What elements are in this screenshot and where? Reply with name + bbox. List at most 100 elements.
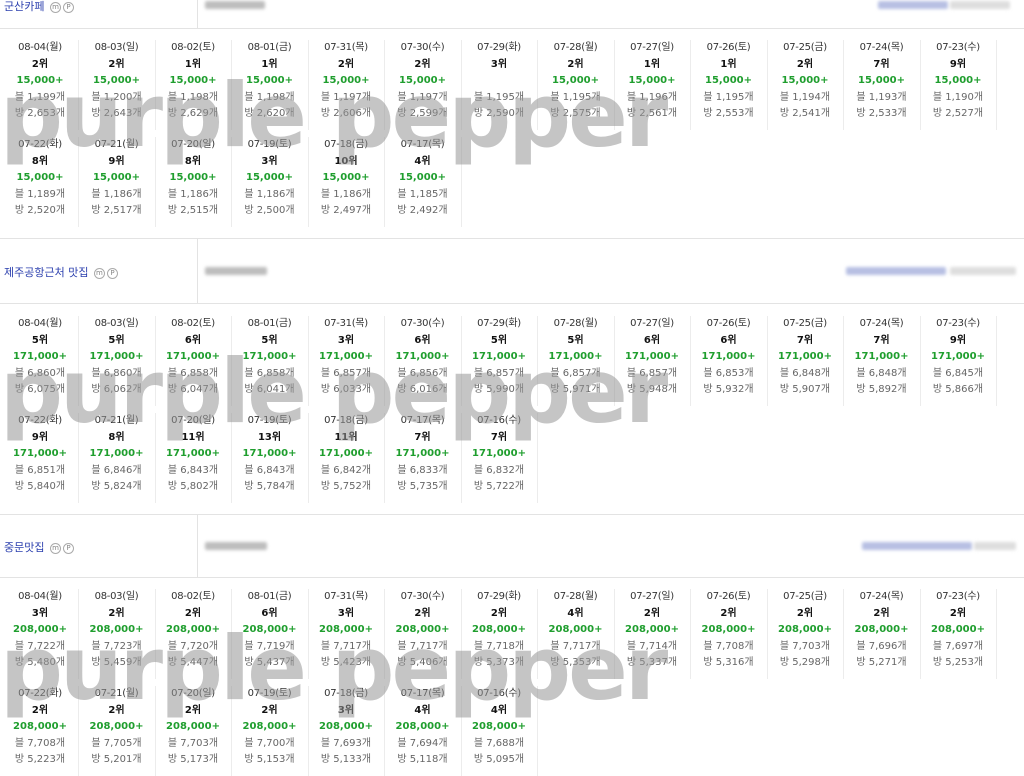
keyword-link[interactable]: 제주공항근처 맛집 mP xyxy=(4,264,118,280)
rank-value: 8위 xyxy=(108,431,125,443)
rank-value: 3위 xyxy=(337,334,355,346)
place-count: 방 6,047개 xyxy=(167,384,219,395)
date-label: 07-28(월) xyxy=(553,42,598,53)
search-volume: 208,000+ xyxy=(701,624,756,635)
search-volume: 171,000+ xyxy=(166,448,220,459)
blog-count: 블 6,846개 xyxy=(91,464,142,476)
blog-count: 블 7,705개 xyxy=(91,737,142,749)
blog-count: 블 7,722개 xyxy=(14,640,66,652)
blurred-meta xyxy=(950,1,1010,9)
search-volume: 171,000+ xyxy=(89,448,144,459)
rank-cell: 08-03(일) 2위 15,000+ 블 1,200개 방 2,643개 xyxy=(79,40,156,130)
date-label: 07-23(수) xyxy=(936,591,980,602)
search-volume: 208,000+ xyxy=(625,624,679,635)
search-volume: 15,000+ xyxy=(858,75,905,86)
rank-cell: 07-30(수) 2위 208,000+ 블 7,717개 방 5,406개 xyxy=(385,589,462,679)
keyword-label: 중문맛집 xyxy=(4,541,45,554)
search-volume: 15,000+ xyxy=(552,75,599,86)
rank-cell: 08-03(일) 5위 171,000+ 블 6,860개 방 6,062개 xyxy=(79,316,156,406)
date-label: 08-01(금) xyxy=(247,318,292,329)
blog-count: 블 1,197개 xyxy=(320,91,372,103)
mobile-icon: m xyxy=(93,268,105,279)
rank-value: 2위 xyxy=(796,607,814,619)
rank-value: 3위 xyxy=(337,704,355,716)
rank-value: 13위 xyxy=(257,431,282,443)
date-label: 08-04(월) xyxy=(18,318,62,329)
blog-count: 블 1,198개 xyxy=(167,91,219,103)
blog-count: 블 7,723개 xyxy=(91,640,142,652)
rank-cell: 07-18(금) 11위 171,000+ 블 6,842개 방 5,752개 xyxy=(308,413,385,503)
rank-cell: 07-17(목) 4위 15,000+ 블 1,185개 방 2,492개 xyxy=(385,137,462,227)
blog-count: 블 7,700개 xyxy=(244,737,295,749)
place-count: 방 6,016개 xyxy=(397,384,448,395)
date-label: 07-25(금) xyxy=(783,42,827,53)
blog-count: 블 6,833개 xyxy=(397,464,448,476)
blurred-title xyxy=(846,267,946,275)
date-label: 07-27(일) xyxy=(630,318,674,329)
date-label: 07-24(목) xyxy=(859,318,904,329)
date-label: 08-04(월) xyxy=(18,42,62,53)
rank-cell: 07-20(일) 2위 208,000+ 블 7,703개 방 5,173개 xyxy=(155,686,232,776)
search-volume: 171,000+ xyxy=(319,351,373,362)
rank-cell: 08-01(금) 5위 171,000+ 블 6,858개 방 6,041개 xyxy=(232,316,309,406)
blog-count: 블 7,697개 xyxy=(932,640,984,652)
search-volume: 208,000+ xyxy=(778,624,832,635)
blog-count: 블 7,719개 xyxy=(244,640,295,652)
search-volume: 208,000+ xyxy=(854,624,909,635)
rank-value: 10위 xyxy=(334,155,358,167)
rank-cell: 07-25(금) 7위 171,000+ 블 6,848개 방 5,907개 xyxy=(767,316,844,406)
rank-value: 5위 xyxy=(490,334,508,346)
keyword-cell: 제주공항근처 맛집 mP xyxy=(0,239,198,303)
blog-count: 블 6,842개 xyxy=(320,464,372,476)
search-volume: 15,000+ xyxy=(399,172,446,183)
blog-count: 블 1,196개 xyxy=(626,91,678,103)
date-label: 07-18(금) xyxy=(324,139,368,150)
place-count: 방 5,722개 xyxy=(473,481,525,492)
search-volume: 15,000+ xyxy=(16,75,64,86)
search-volume: 15,000+ xyxy=(246,75,293,86)
date-label: 08-01(금) xyxy=(247,42,292,53)
place-count: 방 5,095개 xyxy=(473,754,525,765)
rank-value: 2위 xyxy=(108,704,125,716)
rank-cell: 07-26(토) 1위 15,000+ 블 1,195개 방 2,553개 xyxy=(691,40,768,130)
pc-icon: P xyxy=(106,268,118,279)
search-volume: 15,000+ xyxy=(322,75,370,86)
search-volume: 15,000+ xyxy=(322,172,370,183)
search-volume: 208,000+ xyxy=(548,624,603,635)
blog-count: 블 7,717개 xyxy=(397,640,448,652)
keyword-link[interactable]: 중문맛집 mP xyxy=(4,539,74,555)
search-volume: 208,000+ xyxy=(242,624,297,635)
date-label: 07-30(수) xyxy=(400,318,445,329)
date-label: 07-27(일) xyxy=(630,42,674,53)
search-volume: 208,000+ xyxy=(319,624,373,635)
search-volume: 208,000+ xyxy=(472,624,526,635)
rank-value: 1위 xyxy=(184,58,202,70)
search-volume xyxy=(461,73,537,90)
rank-cell: 07-30(수) 6위 171,000+ 블 6,856개 방 6,016개 xyxy=(385,316,462,406)
date-label: 07-17(목) xyxy=(400,688,445,699)
rank-value: 2위 xyxy=(184,607,202,619)
search-volume: 171,000+ xyxy=(242,351,297,362)
rank-value: 4위 xyxy=(490,704,508,716)
blog-count: 블 1,195개 xyxy=(703,91,754,103)
place-count: 방 2,527개 xyxy=(932,108,984,119)
rank-cell: 07-26(토) 2위 208,000+ 블 7,708개 방 5,316개 xyxy=(691,589,768,679)
place-count: 방 5,406개 xyxy=(397,657,448,668)
search-volume: 208,000+ xyxy=(395,624,450,635)
place-count: 방 5,423개 xyxy=(320,657,372,668)
rank-value: 4위 xyxy=(567,607,584,619)
rank-cell: 07-21(월) 2위 208,000+ 블 7,705개 방 5,201개 xyxy=(79,686,156,776)
rank-cell: 07-24(목) 7위 171,000+ 블 6,848개 방 5,892개 xyxy=(844,316,921,406)
rank-cell: 07-19(토) 3위 15,000+ 블 1,186개 방 2,500개 xyxy=(232,137,309,227)
blog-count: 블 7,696개 xyxy=(856,640,907,652)
place-count: 방 5,892개 xyxy=(856,384,907,395)
blog-count: 블 6,857개 xyxy=(550,367,601,379)
place-count: 방 5,932개 xyxy=(703,384,754,395)
date-label: 07-19(토) xyxy=(247,139,292,150)
search-volume: 208,000+ xyxy=(395,721,450,732)
place-count: 방 5,373개 xyxy=(473,657,525,668)
search-volume: 171,000+ xyxy=(319,448,373,459)
rank-value: 9위 xyxy=(31,431,49,443)
keyword-link[interactable]: 군산카페 mP xyxy=(4,0,74,14)
blog-count: 블 1,200개 xyxy=(91,91,142,103)
